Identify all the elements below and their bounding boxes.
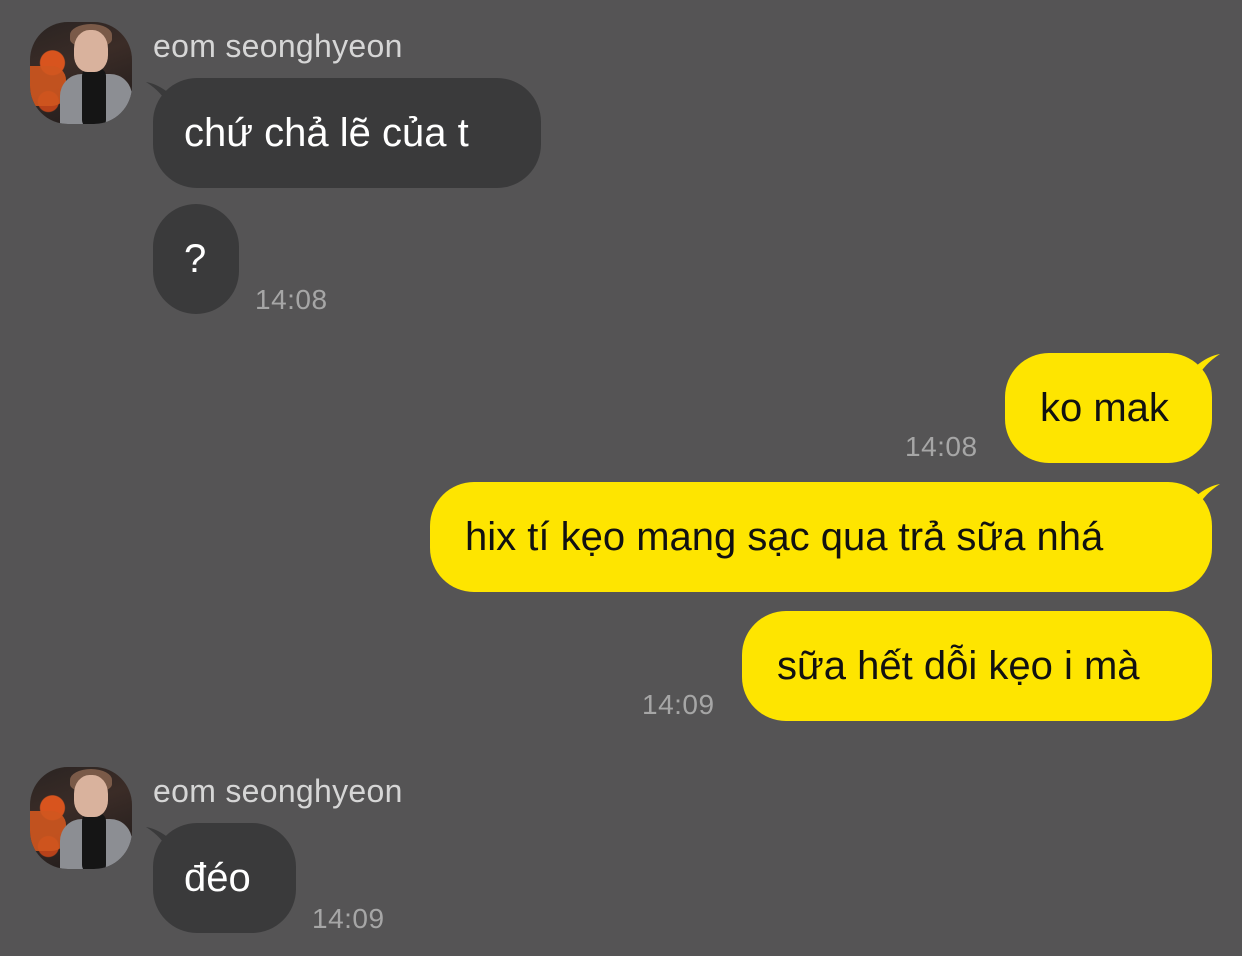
avatar-photo-scarf bbox=[82, 68, 106, 124]
message-text: chứ chả lẽ của t bbox=[184, 111, 469, 155]
message-text: sữa hết dỗi kẹo i mà bbox=[777, 644, 1140, 688]
message-text: đéo bbox=[184, 856, 251, 900]
message-bubble-incoming[interactable]: chứ chả lẽ của t bbox=[153, 78, 541, 188]
message-bubble-outgoing[interactable]: ko mak bbox=[1005, 353, 1212, 463]
message-text: hix tí kẹo mang sạc qua trả sữa nhá bbox=[465, 515, 1104, 559]
sender-name: eom seonghyeon bbox=[153, 773, 403, 809]
message-timestamp: 14:08 bbox=[255, 284, 328, 315]
message-text: ? bbox=[184, 237, 207, 281]
message-timestamp: 14:08 bbox=[905, 431, 978, 462]
message-bubble-outgoing[interactable]: hix tí kẹo mang sạc qua trả sữa nhá bbox=[430, 482, 1212, 592]
avatar[interactable] bbox=[30, 767, 132, 869]
message-timestamp: 14:09 bbox=[642, 689, 715, 720]
message-text: ko mak bbox=[1040, 386, 1169, 430]
message-bubble-incoming[interactable]: ? bbox=[153, 204, 239, 314]
message-bubble-outgoing[interactable]: sữa hết dỗi kẹo i mà bbox=[742, 611, 1212, 721]
avatar[interactable] bbox=[30, 22, 132, 124]
message-timestamp: 14:09 bbox=[312, 903, 385, 934]
message-bubble-incoming[interactable]: đéo bbox=[153, 823, 296, 933]
avatar-photo-face bbox=[74, 30, 108, 72]
avatar-photo-face bbox=[74, 775, 108, 817]
sender-name: eom seonghyeon bbox=[153, 28, 403, 64]
avatar-photo-scarf bbox=[82, 813, 106, 869]
